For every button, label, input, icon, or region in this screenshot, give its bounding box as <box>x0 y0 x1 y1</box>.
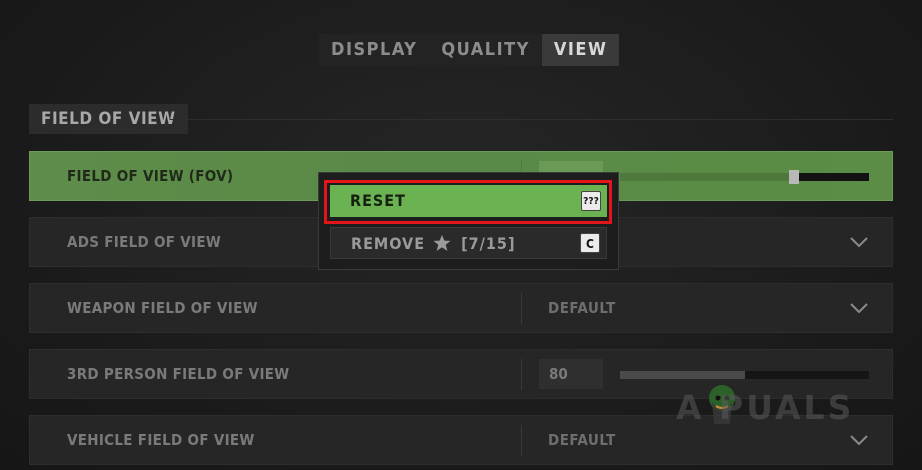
section-title: FIELD OF VIEW <box>29 104 189 134</box>
tab-display[interactable]: DISPLAY <box>319 34 429 66</box>
setting-label: WEAPON FIELD OF VIEW <box>67 299 258 317</box>
tab-quality[interactable]: QUALITY <box>429 34 542 66</box>
settings-tabs: DISPLAY QUALITY VIEW <box>319 34 620 66</box>
setting-label: 3RD PERSON FIELD OF VIEW <box>67 365 290 383</box>
setting-label: ADS FIELD OF VIEW <box>67 233 222 251</box>
chevron-down-icon[interactable] <box>850 431 868 449</box>
tab-view[interactable]: VIEW <box>541 34 620 66</box>
fov-slider-fill <box>620 173 795 181</box>
watermark-text: A PUALS <box>676 388 855 427</box>
3rd-person-value-box[interactable]: 80 <box>539 359 603 389</box>
chevron-down-icon[interactable] <box>850 299 868 317</box>
section-divider <box>170 119 893 120</box>
setting-value: DEFAULT <box>548 299 616 317</box>
row-divider <box>521 425 522 456</box>
star-icon <box>433 234 451 251</box>
section-header: FIELD OF VIEW <box>29 104 893 134</box>
favorite-count: [7/15] <box>461 234 516 253</box>
chevron-down-icon[interactable] <box>850 233 868 251</box>
remove-favorite-button[interactable]: REMOVE [7/15] C <box>330 227 607 259</box>
3rd-person-slider[interactable] <box>620 371 869 379</box>
row-divider <box>521 293 522 324</box>
fov-slider[interactable] <box>620 170 869 184</box>
setting-label: VEHICLE FIELD OF VIEW <box>67 431 255 449</box>
setting-value: DEFAULT <box>548 431 616 449</box>
keybind-badge: C <box>580 233 600 253</box>
fov-slider-handle[interactable] <box>789 170 800 184</box>
remove-label: REMOVE <box>351 234 426 253</box>
row-divider <box>521 359 522 390</box>
setting-row-weapon-fov[interactable]: WEAPON FIELD OF VIEW DEFAULT <box>29 283 893 333</box>
setting-label: FIELD OF VIEW (FOV) <box>67 167 234 185</box>
annotation-highlight-box <box>324 180 612 224</box>
